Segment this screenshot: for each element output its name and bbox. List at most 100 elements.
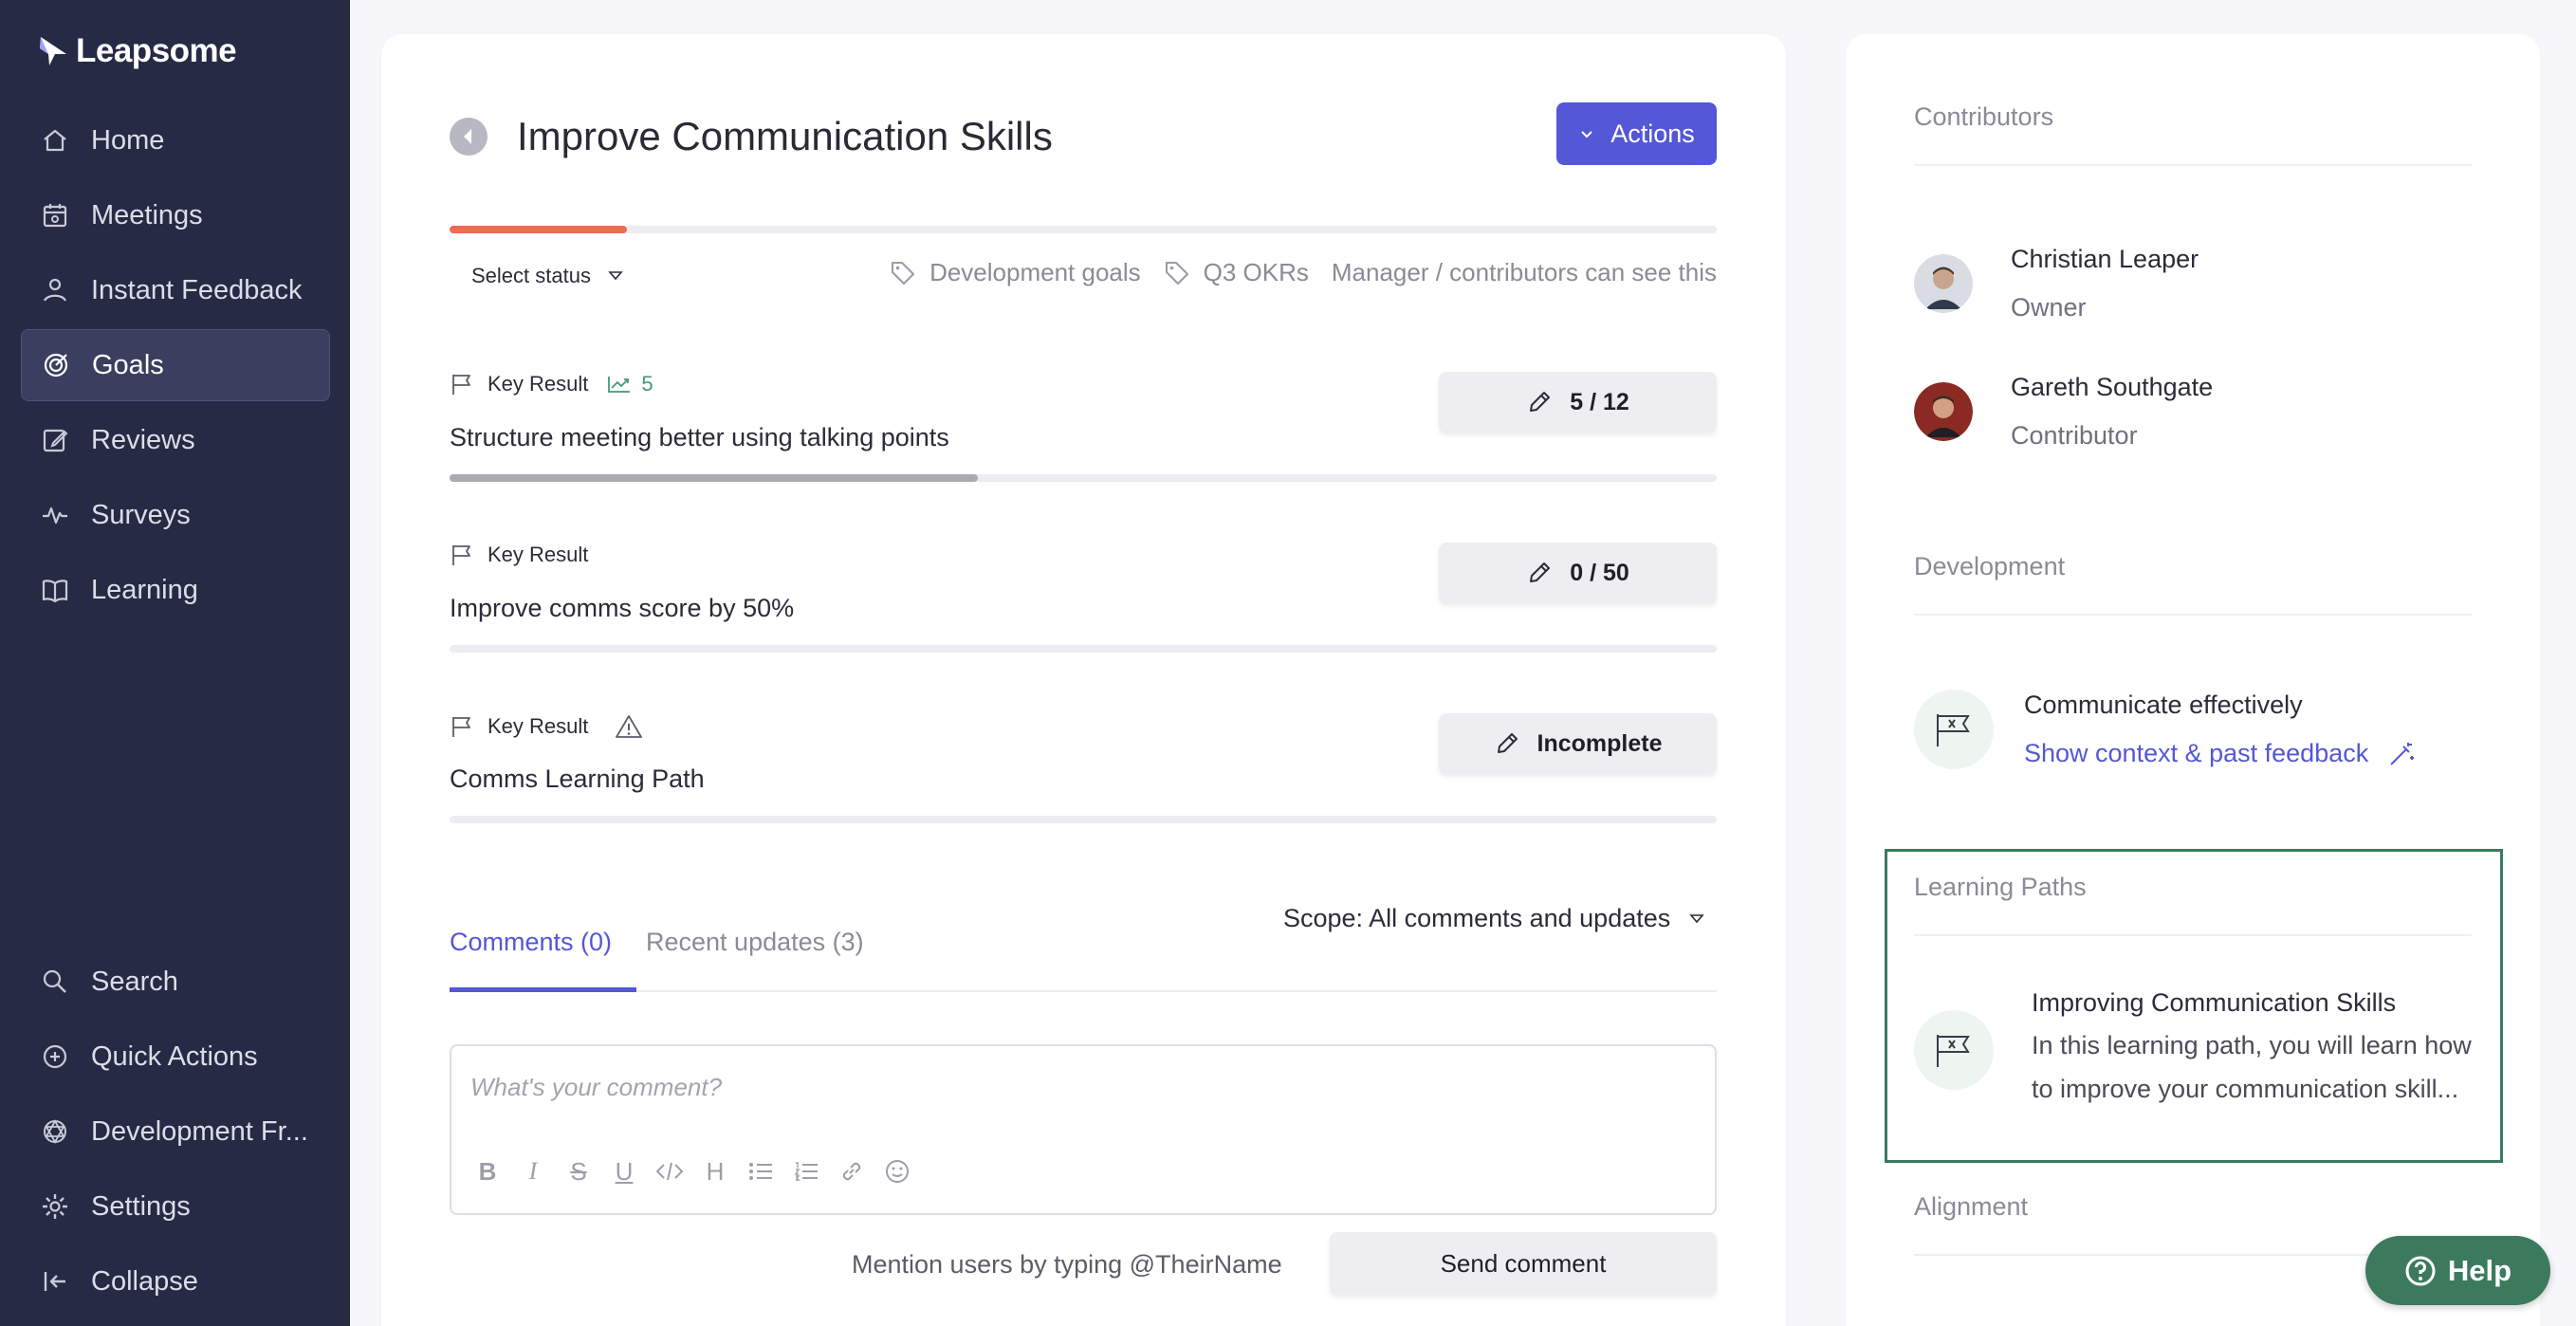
flag-icon xyxy=(452,375,470,395)
sidebar-item-goals[interactable]: Goals xyxy=(21,329,330,401)
comment-input[interactable]: What's your comment? xyxy=(470,1073,722,1102)
alignment-heading: Alignment xyxy=(1914,1192,2029,1221)
update-progress-button[interactable]: 0 / 50 xyxy=(1439,543,1717,603)
caret-down-icon xyxy=(1689,913,1704,923)
contributor-member[interactable]: Gareth Southgate Contributor xyxy=(1914,373,2213,451)
emoji-icon[interactable] xyxy=(882,1156,912,1187)
show-context-label: Show context & past feedback xyxy=(2024,739,2369,767)
tag-icon xyxy=(1165,261,1188,285)
update-progress-button[interactable]: 5 / 12 xyxy=(1439,372,1717,433)
contributor-role: Owner xyxy=(2011,293,2087,322)
sidebar-item-label: Goals xyxy=(92,349,164,380)
goal-meta: Development goals Q3 OKRs Manager / cont… xyxy=(890,258,1717,287)
sidebar-item-meetings[interactable]: Meetings xyxy=(21,179,330,251)
sidebar-item-label: Meetings xyxy=(91,199,203,230)
key-result-progress-bar xyxy=(450,645,1717,653)
back-button[interactable] xyxy=(450,118,488,156)
key-result-progress-fill xyxy=(450,474,978,482)
learning-path-icon xyxy=(1914,1009,1994,1090)
home-icon xyxy=(44,129,66,152)
heading-icon[interactable]: H xyxy=(700,1156,730,1187)
key-result-header: Key Result xyxy=(450,713,643,740)
sidebar-item-label: Instant Feedback xyxy=(91,274,303,305)
underline-icon[interactable]: U xyxy=(609,1156,639,1187)
sidebar-item-collapse[interactable]: Collapse xyxy=(21,1245,330,1317)
contributor-name: Gareth Southgate xyxy=(2011,373,2214,401)
code-icon[interactable] xyxy=(654,1156,685,1187)
comments-tabs: Comments (0) Recent updates (3) xyxy=(450,928,1717,992)
chevron-left-icon xyxy=(464,129,471,144)
learning-path-description: In this learning path, you will learn ho… xyxy=(2032,1031,2472,1103)
learning-path-title: Improving Communication Skills xyxy=(2032,988,2397,1017)
search-icon xyxy=(43,969,66,993)
divider xyxy=(1914,934,2472,936)
plus-circle-icon xyxy=(43,1044,67,1069)
target-icon xyxy=(44,353,68,378)
italic-icon[interactable]: I xyxy=(518,1156,548,1187)
goal-progress-bar xyxy=(450,226,1717,233)
learning-path-item[interactable]: Improving Communication Skills In this l… xyxy=(1914,988,2477,1111)
development-item[interactable]: Communicate effectively Show context & p… xyxy=(1914,690,2416,769)
trend-indicator: 5 xyxy=(607,372,653,396)
development-title: Communicate effectively xyxy=(2024,691,2303,719)
key-result-progress-bar xyxy=(450,816,1717,823)
sidebar-item-learning[interactable]: Learning xyxy=(21,554,330,626)
leapsome-bird-icon xyxy=(40,37,66,65)
brand-logo[interactable]: Leapsome xyxy=(38,32,237,70)
trend-value: 5 xyxy=(641,372,653,396)
sidebar-item-settings[interactable]: Settings xyxy=(21,1170,330,1243)
send-comment-button[interactable]: Send comment xyxy=(1330,1232,1717,1295)
caret-down-icon xyxy=(608,271,623,281)
update-progress-button[interactable]: Incomplete xyxy=(1439,713,1717,774)
sidebar-item-quick-actions[interactable]: Quick Actions xyxy=(21,1021,330,1093)
sidebar: Leapsome Home Meetings Instant Feedback … xyxy=(0,0,350,1326)
contributor-info: Christian Leaper Owner xyxy=(2011,245,2199,322)
sidebar-item-development-framework[interactable]: Development Fr... xyxy=(21,1096,330,1168)
contributor-owner[interactable]: Christian Leaper Owner xyxy=(1914,245,2199,322)
show-context-link[interactable]: Show context & past feedback xyxy=(2024,739,2416,768)
sidebar-item-reviews[interactable]: Reviews xyxy=(21,404,330,476)
sidebar-item-label: Development Fr... xyxy=(91,1115,308,1147)
sidebar-item-surveys[interactable]: Surveys xyxy=(21,479,330,551)
book-icon xyxy=(42,580,68,603)
help-button[interactable]: Help xyxy=(2365,1236,2550,1305)
development-heading: Development xyxy=(1914,552,2066,580)
scope-select[interactable]: Scope: All comments and updates xyxy=(1283,904,1704,933)
numbered-list-icon[interactable] xyxy=(791,1156,821,1187)
trend-up-icon xyxy=(608,377,631,393)
key-result-label: Key Result xyxy=(488,543,589,566)
key-result-3: Key Result Comms Learning Path Incomplet… xyxy=(450,713,1717,865)
actions-button[interactable]: Actions xyxy=(1556,102,1717,165)
strikethrough-icon[interactable]: S xyxy=(563,1156,594,1187)
avatar xyxy=(1914,382,1973,441)
sidebar-item-label: Home xyxy=(91,124,165,156)
tag-q3-okrs[interactable]: Q3 OKRs xyxy=(1164,258,1309,287)
warning-icon xyxy=(616,715,643,738)
sidebar-item-search[interactable]: Search xyxy=(21,946,330,1018)
bold-icon[interactable]: B xyxy=(472,1156,503,1187)
progress-value: Incomplete xyxy=(1536,729,1663,757)
link-icon[interactable] xyxy=(837,1156,867,1187)
comment-editor[interactable]: What's your comment? B I S U H xyxy=(450,1044,1717,1215)
key-result-title: Structure meeting better using talking p… xyxy=(450,423,949,451)
sidebar-item-home[interactable]: Home xyxy=(21,104,330,176)
magic-wand-icon xyxy=(2390,742,2415,765)
tab-recent-updates[interactable]: Recent updates (3) xyxy=(646,928,864,978)
competency-icon xyxy=(1914,690,1994,769)
sidebar-item-label: Learning xyxy=(91,574,198,605)
tab-comments[interactable]: Comments (0) xyxy=(450,928,637,992)
tag-development-goals[interactable]: Development goals xyxy=(890,258,1141,287)
sidebar-item-label: Settings xyxy=(91,1190,191,1222)
pencil-icon xyxy=(1497,733,1518,753)
flag-icon xyxy=(452,545,470,565)
key-result-1: Key Result 5 Structure meeting better us… xyxy=(450,372,1717,524)
bullet-list-icon[interactable] xyxy=(745,1156,776,1187)
sidebar-item-instant-feedback[interactable]: Instant Feedback xyxy=(21,254,330,326)
status-select[interactable]: Select status xyxy=(471,264,623,288)
contributor-role: Contributor xyxy=(2011,421,2138,450)
tag-label: Development goals xyxy=(929,258,1141,286)
tag-label: Q3 OKRs xyxy=(1203,258,1309,286)
key-result-title: Comms Learning Path xyxy=(450,764,705,793)
key-result-label: Key Result xyxy=(488,714,589,738)
tag-icon xyxy=(892,261,915,285)
